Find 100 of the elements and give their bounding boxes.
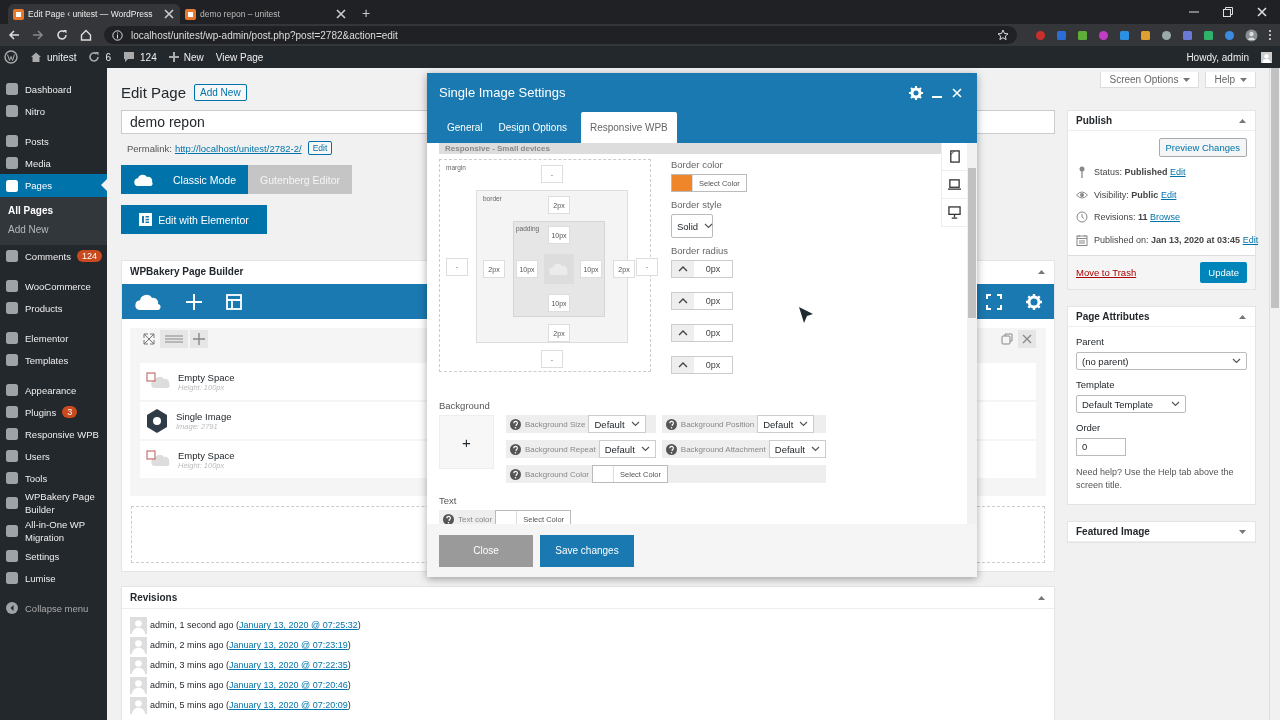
collapse-menu-button[interactable]: Collapse menu <box>0 597 107 619</box>
caret-down-icon[interactable] <box>1238 527 1247 536</box>
sidebar-item[interactable]: Users <box>0 445 107 467</box>
close-icon[interactable] <box>335 8 347 20</box>
sidebar-item[interactable]: Products <box>0 297 107 319</box>
submenu-item[interactable]: Add New <box>0 220 107 239</box>
extension-icon[interactable] <box>1119 29 1130 41</box>
permalink-link[interactable]: http://localhost/unitest/2782-2/ <box>174 142 302 154</box>
sidebar-item[interactable]: Responsive WPB <box>0 423 107 445</box>
caret-up-icon[interactable] <box>1238 312 1247 321</box>
updates-link[interactable]: 6 <box>88 51 112 63</box>
dialog-tab[interactable]: Responsive WPB <box>580 112 677 143</box>
reload-icon[interactable] <box>56 29 68 41</box>
dialog-tab[interactable]: Design Options <box>490 112 575 143</box>
sidebar-item[interactable]: Appearance <box>0 379 107 401</box>
layout-icon[interactable] <box>226 293 242 310</box>
revision-link[interactable]: January 13, 2020 @ 07:20:09 <box>229 700 348 710</box>
caret-up-icon[interactable] <box>1238 116 1247 125</box>
close-icon[interactable] <box>163 8 175 20</box>
new-tab-button[interactable]: + <box>362 5 371 21</box>
option-select[interactable]: Default <box>768 440 826 458</box>
menu-icon[interactable] <box>1268 29 1272 41</box>
revision-link[interactable]: January 13, 2020 @ 07:25:32 <box>239 620 358 630</box>
sidebar-item[interactable]: WooCommerce <box>0 275 107 297</box>
extension-icon[interactable] <box>1140 29 1151 41</box>
option-select[interactable]: Default <box>757 415 815 433</box>
move-to-trash-link[interactable]: Move to Trash <box>1076 267 1137 278</box>
border-style-select[interactable]: Solid <box>671 214 713 238</box>
tab-title[interactable]: Edit Page ‹ unitest — WordPress <box>28 9 159 19</box>
save-changes-button[interactable]: Save changes <box>540 534 634 567</box>
caret-up-icon[interactable] <box>1037 267 1046 276</box>
extension-icon[interactable] <box>1203 29 1214 41</box>
settings-icon[interactable] <box>909 85 923 100</box>
sidebar-item[interactable]: Plugins 3 <box>0 401 107 423</box>
close-icon[interactable] <box>1256 6 1268 18</box>
extension-icon[interactable] <box>1098 29 1109 41</box>
greeting-link[interactable]: Howdy, admin <box>1186 51 1249 63</box>
revision-link[interactable]: January 13, 2020 @ 07:22:35 <box>229 660 348 670</box>
order-field[interactable]: 0 <box>1076 438 1126 456</box>
option-select[interactable]: Default <box>588 415 646 433</box>
sidebar-item[interactable]: Nitro <box>0 100 107 122</box>
screen-meta-button[interactable]: Help <box>1205 72 1256 88</box>
comments-link[interactable]: 124 <box>123 51 157 63</box>
back-icon[interactable] <box>8 29 20 41</box>
browser-tab[interactable]: demo repon – unitest <box>180 4 352 24</box>
sidebar-item[interactable]: Tools <box>0 467 107 489</box>
revision-link[interactable]: January 13, 2020 @ 07:23:19 <box>229 640 348 650</box>
edit-link[interactable]: Edit <box>1160 189 1177 200</box>
scrollbar[interactable] <box>1269 68 1280 720</box>
extension-icon[interactable] <box>1077 29 1088 41</box>
extension-icon[interactable] <box>1182 29 1193 41</box>
edit-permalink-button[interactable]: Edit <box>307 141 333 155</box>
add-image-button[interactable]: + <box>439 415 494 469</box>
avatar-icon[interactable] <box>1245 28 1258 42</box>
restore-icon[interactable] <box>1222 6 1234 18</box>
sidebar-item[interactable]: Posts <box>0 130 107 152</box>
dialog-tab[interactable]: General <box>427 112 491 143</box>
update-button[interactable]: Update <box>1200 262 1247 283</box>
new-link[interactable]: New <box>168 51 204 63</box>
star-icon[interactable] <box>997 29 1009 41</box>
caret-up-icon[interactable] <box>1037 593 1046 602</box>
scrollbar[interactable] <box>967 143 977 524</box>
sidebar-item[interactable]: Media <box>0 152 107 174</box>
sidebar-item[interactable]: Dashboard <box>0 78 107 100</box>
edit-link[interactable]: Edit <box>1242 234 1259 245</box>
sidebar-item[interactable]: Elementor <box>0 327 107 349</box>
option-select[interactable]: Default <box>598 440 656 458</box>
drag-handle-icon[interactable] <box>160 330 188 348</box>
sidebar-item[interactable]: Pages <box>0 174 107 197</box>
browser-tab[interactable]: Edit Page ‹ unitest — WordPress <box>8 4 180 24</box>
settings-icon[interactable] <box>1026 293 1042 310</box>
extension-icon[interactable] <box>1056 29 1067 41</box>
extension-icon[interactable] <box>1224 29 1235 41</box>
view-page-link[interactable]: View Page <box>215 51 264 63</box>
parent-select[interactable]: (no parent) <box>1076 352 1247 370</box>
edit-with-elementor-button[interactable]: Edit with Elementor <box>121 205 267 234</box>
avatar-icon[interactable] <box>1261 51 1272 63</box>
forward-icon[interactable] <box>32 29 44 41</box>
extension-icon[interactable] <box>1161 29 1172 41</box>
submenu-item[interactable]: All Pages <box>0 201 107 220</box>
plus-icon[interactable] <box>186 293 202 310</box>
sidebar-item[interactable]: Settings <box>0 545 107 567</box>
home-icon[interactable] <box>80 29 92 41</box>
preview-changes-button[interactable]: Preview Changes <box>1158 138 1247 157</box>
address-field[interactable]: localhost/unitest/wp-admin/post.php?post=2782&action=edit <box>104 26 1017 44</box>
site-link[interactable]: unitest <box>30 51 77 63</box>
sidebar-item[interactable]: Lumise <box>0 567 107 589</box>
edit-link[interactable]: Edit <box>1170 167 1186 178</box>
edit-link[interactable]: Browse <box>1150 212 1181 223</box>
revision-link[interactable]: January 13, 2020 @ 07:20:46 <box>229 680 348 690</box>
tab-title[interactable]: demo repon – unitest <box>200 9 331 19</box>
sidebar-item[interactable]: WPBakery Page Builder <box>0 489 107 517</box>
screen-meta-button[interactable]: Screen Options <box>1100 72 1200 88</box>
sidebar-item[interactable]: Templates <box>0 349 107 371</box>
expand-icon[interactable] <box>140 330 158 348</box>
add-new-button[interactable]: Add New <box>194 83 247 101</box>
sidebar-item[interactable]: All-in-One WP Migration <box>0 517 107 545</box>
template-select[interactable]: Default Template <box>1076 395 1186 413</box>
sidebar-item[interactable]: Comments 124 <box>0 245 107 267</box>
editor-mode-button[interactable]: Classic Mode <box>121 165 249 194</box>
